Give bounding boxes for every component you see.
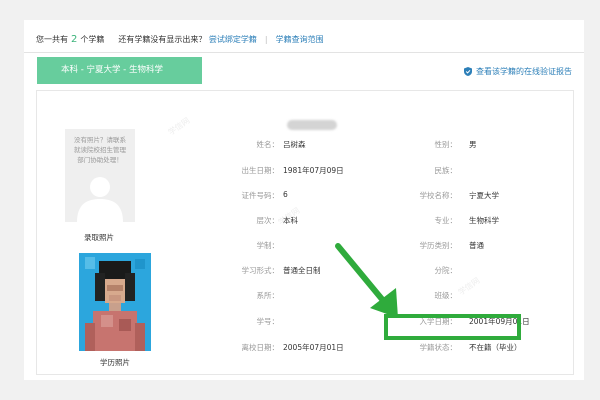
level-label: 层次： [256,216,280,225]
birth-value: 1981年07月09日 [283,166,344,175]
status-highlight-box [384,314,521,340]
query-scope-link[interactable]: 学籍查询范围 [276,35,324,44]
admission-photo-placeholder: 没有照片？请联系就读院校招生管理部门协助处理！ [65,129,135,222]
shield-icon [464,67,472,76]
status-label: 学籍状态： [419,343,458,352]
summary-divider [24,52,584,53]
birth-label: 出生日期： [241,166,280,175]
verify-report-label: 查看该学籍的在线验证报告 [476,67,572,76]
summary-suffix: 个学籍 [80,35,105,44]
id-number-redaction [287,120,337,130]
major-value: 生物科学 [469,216,499,225]
education-type-value: 普通 [469,241,484,250]
major-label: 专业： [434,216,458,225]
record-count: 2 [71,34,78,45]
leave-date-value: 2005年07月01日 [283,343,344,352]
study-form-label: 学习形式： [241,266,280,275]
study-form-value: 普通全日制 [283,266,321,275]
name-label: 姓名： [256,140,280,149]
diploma-photo [79,253,151,351]
record-summary-bar: 您一共有 2 个学籍 还有学籍没有显示出来？ 尝试绑定学籍 | 学籍查询范围 [36,34,324,45]
portrait-image [79,253,151,351]
school-label: 学校名称： [419,191,458,200]
gender-label: 性别： [434,140,458,149]
page: 您一共有 2 个学籍 还有学籍没有显示出来？ 尝试绑定学籍 | 学籍查询范围 本科 - 宁… [0,0,600,400]
level-value: 本科 [283,216,298,225]
name-value: 吕树森 [283,140,306,149]
ethnicity-label: 民族： [434,166,458,175]
diploma-photo-caption: 学历照片 [100,358,130,367]
department-label: 系所： [256,291,280,300]
summary-prefix: 您一共有 [36,35,68,44]
id-number-label: 证件号码： [241,191,280,200]
annotation-arrow-icon [335,243,398,318]
admission-photo-caption: 录取照片 [84,233,114,242]
duration-label: 学制： [256,241,280,250]
avatar-placeholder-icon [77,177,123,222]
student-number-label: 学号： [256,317,280,326]
topbar-separator: | [264,35,268,44]
school-value: 宁夏大学 [469,191,499,200]
id-number-value: 6 [283,190,288,199]
leave-date-label: 离校日期： [241,343,280,352]
missing-notice: 还有学籍没有显示出来？ [118,35,207,44]
status-value: 不在籍（毕业） [469,343,522,352]
school-tab[interactable]: 本科 - 宁夏大学 - 生物科学 [37,57,202,84]
student-record-panel: 您一共有 2 个学籍 还有学籍没有显示出来？ 尝试绑定学籍 | 学籍查询范围 本科 - 宁… [24,20,584,380]
verify-report-link[interactable]: 查看该学籍的在线验证报告 [464,66,572,77]
gender-value: 男 [469,140,477,149]
bind-record-link[interactable]: 尝试绑定学籍 [209,35,257,44]
